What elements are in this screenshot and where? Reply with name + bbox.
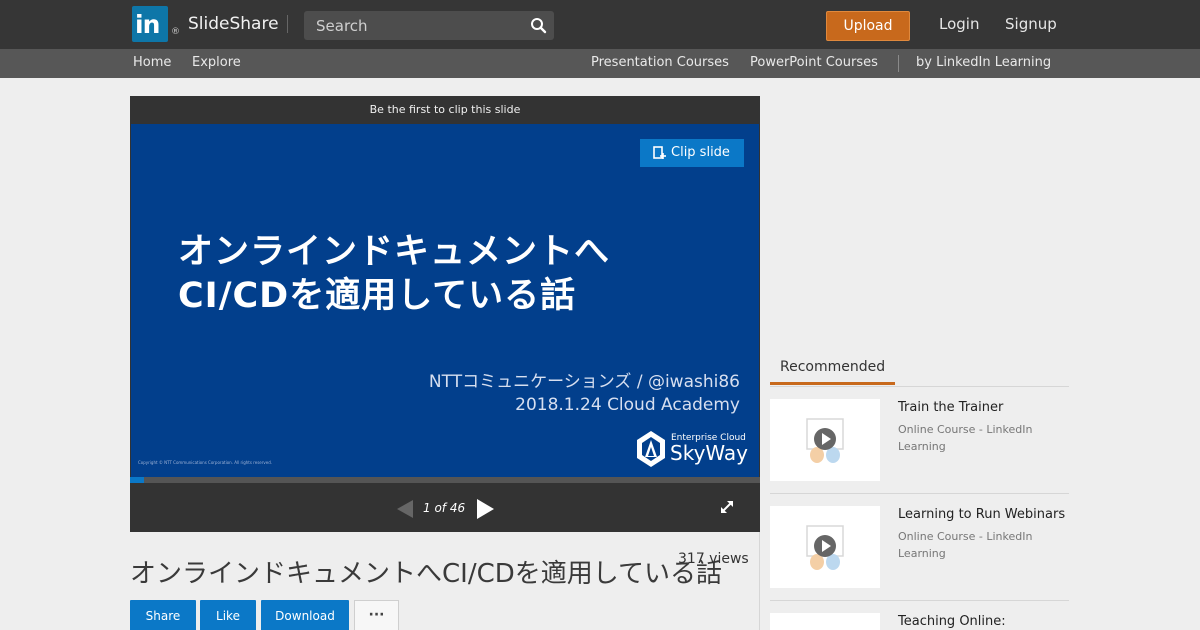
skyway-logo-name: SkyWay [670,441,748,465]
play-icon [806,525,844,570]
item-divider [770,493,1069,494]
slideshare-logo-text[interactable]: SlideShare [188,14,279,34]
slide-player: Be the first to clip this slide Clip sli… [130,96,760,532]
slide-title-line2: CI/CDを適用している話 [178,276,577,316]
skyway-logo-icon [637,431,665,467]
course-thumbnail[interactable] [770,506,880,588]
nav-explore-link[interactable]: Explore [192,55,241,70]
linkedin-logo-icon[interactable]: in [132,6,168,42]
slide-title: オンラインドキュメントへ CI/CDを適用している話 [178,230,610,318]
play-icon [806,418,844,463]
recommended-item[interactable]: Train the Trainer Online Course - Linked… [770,399,1069,499]
search-icon[interactable] [530,17,547,34]
nav-powerpoint-courses-link[interactable]: PowerPoint Courses [750,55,878,70]
presentation-title: オンラインドキュメントへCI/CDを適用している話 [130,559,722,589]
search-input[interactable] [304,11,519,40]
recommended-tab-underline [770,386,1069,387]
course-title[interactable]: Learning to Run Webinars [898,507,1065,522]
slide-view[interactable]: Clip slide オンラインドキュメントへ CI/CDを適用している話 NT… [131,124,759,477]
like-button[interactable]: Like [200,600,256,630]
nav-presentation-courses-link[interactable]: Presentation Courses [591,55,729,70]
login-link[interactable]: Login [939,15,979,33]
clip-slide-button[interactable]: Clip slide [640,139,744,167]
top-navigation-bar: in ® SlideShare Upload Login Signup [0,0,1200,49]
secondary-navigation-bar: Home Explore Presentation Courses PowerP… [0,49,1200,78]
subnav-divider [898,55,899,72]
course-thumbnail[interactable] [770,399,880,481]
nav-linkedin-learning-link[interactable]: by LinkedIn Learning [916,55,1051,70]
course-subtitle: Online Course - LinkedIn Learning [898,530,1033,560]
tab-recommended[interactable]: Recommended [770,352,895,385]
linkedin-logo-mark: in [135,10,160,39]
slide-author: NTTコミュニケーションズ / @iwashi86 [428,372,740,392]
page-indicator: 1 of 46 [423,501,466,515]
recommended-item[interactable]: Teaching Online: [770,613,1069,630]
header-divider [287,15,288,33]
slide-progress-fill [130,477,144,483]
course-subtitle: Online Course - LinkedIn Learning [898,423,1033,453]
slide-title-line1: オンラインドキュメントへ [178,232,611,272]
clip-banner-text: Be the first to clip this slide [369,103,521,116]
share-button[interactable]: Share [130,600,196,630]
slide-event: 2018.1.24 Cloud Academy [515,395,740,415]
signup-link[interactable]: Signup [1005,15,1057,33]
clip-icon [653,146,666,159]
next-slide-icon[interactable] [475,498,495,520]
course-title[interactable]: Train the Trainer [898,400,1003,415]
clip-slide-label: Clip slide [671,145,730,160]
fullscreen-icon[interactable] [719,499,735,515]
download-button[interactable]: Download [261,600,349,630]
slide-progress-bar[interactable] [130,477,760,483]
view-count: 317 views [678,551,749,567]
item-divider [770,600,1069,601]
course-thumbnail[interactable] [770,613,880,630]
content-divider [759,532,760,630]
search-box [304,11,554,40]
course-title[interactable]: Teaching Online: [898,614,1006,629]
nav-home-link[interactable]: Home [133,55,171,70]
registered-mark: ® [171,27,180,37]
previous-slide-icon[interactable] [395,499,415,519]
slide-copyright: Copyright © NTT Communications Corporati… [138,460,273,465]
more-options-button[interactable]: ··· [354,600,399,630]
upload-button[interactable]: Upload [826,11,910,41]
recommended-item[interactable]: Learning to Run Webinars Online Course -… [770,506,1069,606]
